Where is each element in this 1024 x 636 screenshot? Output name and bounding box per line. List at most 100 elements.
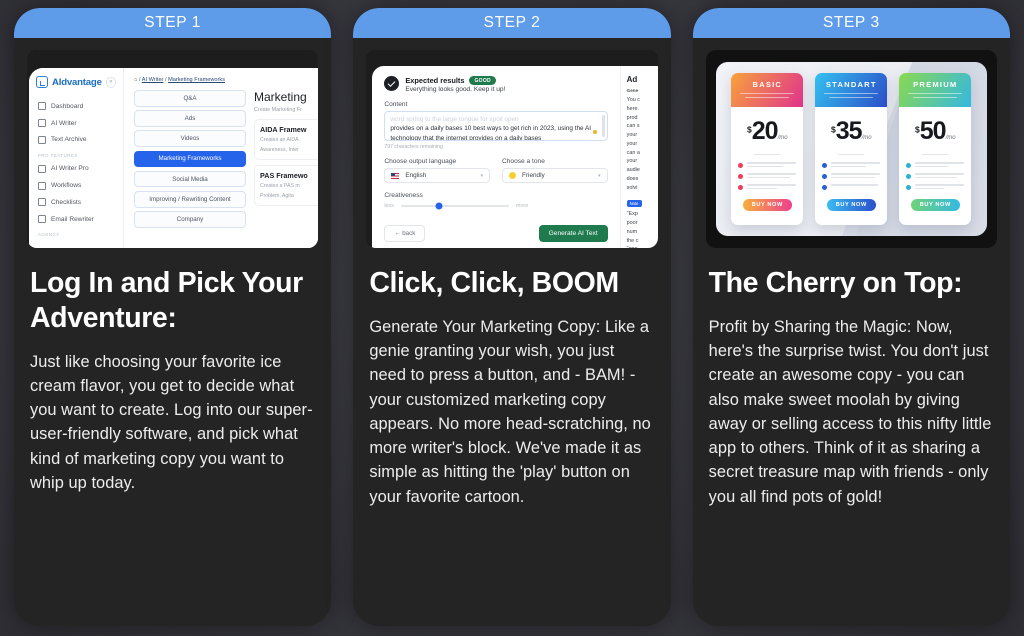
tier-amount: 35 [835,117,863,146]
framework-desc: Problem, Agita [260,193,294,200]
sidebar-item-ai-writer[interactable]: AI Writer [36,115,116,132]
creativeness-label: Creativeness [384,192,423,199]
feature-bullet-icon [906,173,912,179]
archive-icon [38,135,46,144]
smiley-emoji-icon [509,172,516,179]
feature-bullet-icon [906,162,912,168]
tier-footer [731,211,803,225]
tier-features [731,162,803,190]
sidebar-item-email-rewriter[interactable]: Email Rewriter [36,211,116,228]
tips-aside: Ad Gene You c here. prod can s your your… [619,66,658,248]
buy-now-button[interactable]: BUY NOW [826,198,876,212]
sidebar-item-label: Checklists [51,198,82,206]
pricing-tier-basic[interactable]: BASIC $20/mo BUY NOW [731,72,804,226]
generate-ai-text-button[interactable]: Generate AI Text [538,225,608,242]
sidebar-item-dashboard[interactable]: Dashboard [36,98,116,115]
pricing-tier-standart[interactable]: STANDART $35/mo BUY NOW [815,72,888,226]
breadcrumb-marketing-frameworks[interactable]: Marketing Frameworks [168,77,225,83]
sidebar-collapse-icon[interactable]: « [105,76,116,88]
feature-item [822,184,880,190]
aside-subtitle: Gene [626,88,639,93]
feature-bullet-icon [822,184,828,190]
framework-panel: Marketing Create Marketing Fr AIDA Frame… [254,90,319,248]
sidebar-item-label: Dashboard [51,102,84,110]
app-sidebar: AIdvantage « Dashboard AI Writer Text Ar… [29,68,124,248]
content-ghost-line: word spring to the large tongue for spoi… [390,116,519,123]
aside-line: audie [626,167,640,173]
content-line-2: technology that the internet provides on… [390,134,542,141]
status-badge: GOOD [469,76,496,85]
tier-period: /mo [861,135,872,142]
framework-card-pas[interactable]: PAS Framewo Creates a PAS m Problem, Agi… [254,165,319,207]
screenshot-step-1: AIdvantage « Dashboard AI Writer Text Ar… [27,50,319,248]
content-warning-dot-icon [592,130,597,134]
category-social-media[interactable]: Social Media [134,170,246,188]
pricing-tier-premium[interactable]: PREMIUM $50/mo BUY NOW [899,72,972,226]
tier-header-lines [905,92,965,99]
expected-results: Expected results GOOD Everything looks g… [384,76,607,93]
feature-item [738,173,797,179]
category-ads[interactable]: Ads [134,110,246,127]
sidebar-item-text-archive[interactable]: Text Archive [36,132,116,149]
logo-mark-icon [36,76,48,88]
check-avatar-icon [384,76,400,91]
app-logo: AIdvantage « [36,76,116,88]
step-header-1: STEP 1 [14,8,332,38]
creativeness-slider[interactable]: less more [384,202,607,210]
back-button[interactable]: ← back [384,225,426,242]
home-icon[interactable]: ⌂ [134,77,137,83]
sidebar-item-label: Text Archive [51,136,87,144]
language-select[interactable]: English ▾ [384,168,490,183]
aside-line: num [626,228,638,235]
content-textarea[interactable]: word spring to the large tongue for spoi… [384,111,608,141]
aside-line: can a [626,149,640,156]
tier-name: PREMIUM [913,79,958,89]
pencil-icon [38,164,46,173]
tier-name: STANDART [825,79,877,89]
chevron-down-icon: ▾ [598,172,601,179]
category-marketing-frameworks[interactable]: Marketing Frameworks [134,150,246,168]
category-improving-rewriting[interactable]: Improving / Rewriting Content [134,190,246,208]
buy-now-button[interactable]: BUY NOW [742,198,792,212]
feature-bullet-icon [906,184,912,190]
framework-title: PAS Framewo [260,171,308,181]
framework-desc: Awareness, Inter [260,147,299,154]
language-value: English [405,172,427,179]
aside-line: the c [626,237,639,244]
feature-item [906,173,965,179]
tier-features [815,162,887,190]
divider [922,154,949,156]
content-scrollbar[interactable] [602,115,605,137]
tier-header: BASIC [731,72,804,108]
step-card-3: STEP 3 BASIC $20/mo BUY NOW STANDART $35… [692,8,1010,626]
framework-desc: Creates an AIDA [260,137,299,143]
tier-period: /mo [945,135,956,142]
expected-results-title: Expected results GOOD [405,76,505,85]
card-copy-2: Click, Click, BOOM Generate Your Marketi… [353,248,670,509]
aside-line: does [626,175,639,182]
tone-select[interactable]: Friendly ▾ [502,168,608,183]
tier-amount: 20 [751,117,779,146]
slider-knob[interactable] [435,202,443,210]
feature-bullet-icon [822,162,828,168]
breadcrumb-sep: / [164,77,167,83]
breadcrumb-ai-writer[interactable]: AI Writer [142,77,164,83]
buy-now-button[interactable]: BUY NOW [910,198,960,212]
tier-amount: 50 [919,117,947,146]
expected-results-sub: Everything looks good. Keep it up! [405,86,506,93]
step-card-2: STEP 2 Expected results GOOD Everything … [353,8,671,626]
category-videos[interactable]: Videos [134,130,246,147]
tier-header: PREMIUM [899,72,972,108]
slider-track[interactable] [400,202,509,210]
sidebar-item-workflows[interactable]: Workflows [36,177,116,194]
category-list: Q&A Ads Videos Marketing Frameworks Soci… [134,90,246,248]
sidebar-section-agency: AGENCY [38,232,60,238]
sidebar-item-label: Email Rewriter [51,215,94,223]
category-company[interactable]: Company [134,211,246,228]
sidebar-item-checklists[interactable]: Checklists [36,194,116,211]
card-headline-1: Log In and Pick Your Adventure: [30,267,303,334]
framework-card-aida[interactable]: AIDA Framew Creates an AIDA Awareness, I… [254,119,319,161]
category-qa[interactable]: Q&A [134,90,246,107]
breadcrumb: ⌂ / AI Writer / Marketing Frameworks [134,77,318,83]
sidebar-item-ai-writer-pro[interactable]: AI Writer Pro [36,160,116,177]
